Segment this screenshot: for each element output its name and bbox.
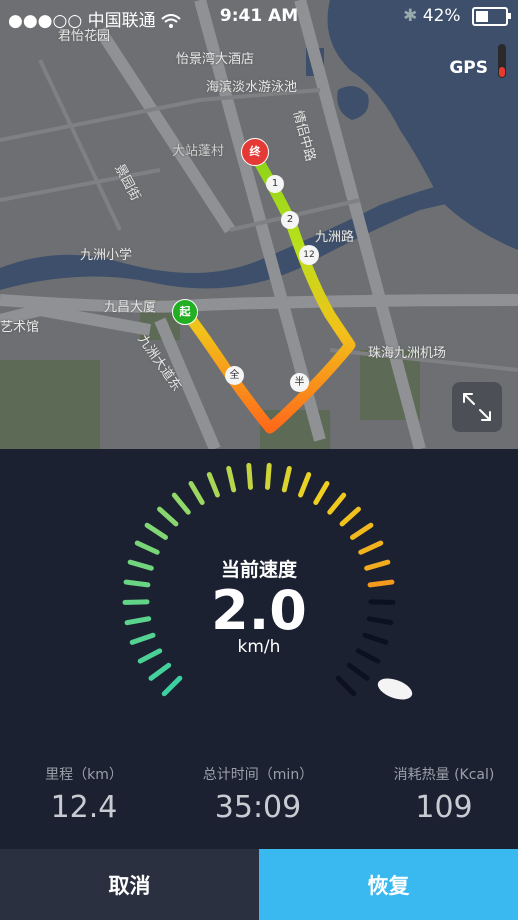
gauge-tick: [350, 522, 374, 540]
restore-button[interactable]: 恢复: [259, 849, 518, 920]
stat-value: 12.4: [50, 790, 118, 825]
speed-title: 当前速度: [220, 559, 297, 581]
gauge-tick: [298, 472, 312, 498]
route-start-marker[interactable]: 起: [172, 299, 198, 325]
stat-value: 109: [415, 790, 473, 825]
gauge-needle: [377, 678, 413, 700]
gps-label: GPS: [449, 58, 488, 78]
map-label: 九洲小学: [80, 248, 133, 263]
route-map[interactable]: 君怡花园 怡景湾大酒店 海滨淡水游泳池 情侣中路 大站蓬村 景园街 九洲小学 九…: [0, 0, 518, 449]
speed-unit: km/h: [237, 637, 281, 657]
map-label: 九昌大厦: [104, 300, 157, 315]
map-label: 艺术馆: [0, 320, 40, 335]
gauge-tick: [335, 675, 357, 697]
map-label: 怡景湾大酒店: [176, 52, 255, 67]
expand-icon: [463, 393, 491, 421]
stat-distance: 里程（km） 12.4: [4, 764, 164, 825]
map-label: 九洲路: [315, 230, 355, 245]
km-marker[interactable]: 2: [281, 211, 299, 229]
stat-label: 总计时间（min）: [202, 767, 314, 783]
km-marker[interactable]: 12: [299, 245, 319, 265]
half-marker[interactable]: 半: [290, 373, 309, 392]
gauge-tick: [161, 675, 183, 697]
speed-dashboard: 当前速度 2.0 km/h 里程（km） 12.4 总计时间（min） 35:0…: [0, 449, 518, 849]
gauge-tick: [346, 662, 370, 681]
running-screen: 君怡花园 怡景湾大酒店 海滨淡水游泳池 情侣中路 大站蓬村 景园街 九洲小学 九…: [0, 0, 518, 920]
map-label: 珠海九洲机场: [368, 346, 447, 361]
gauge-tick: [226, 465, 237, 493]
gauge-tick: [148, 662, 172, 681]
cancel-button[interactable]: 取消: [0, 849, 259, 920]
km-marker[interactable]: 1: [266, 175, 284, 193]
gauge-tick: [171, 492, 191, 515]
stat-label: 里程（km）: [45, 767, 123, 783]
gauge-tick: [157, 506, 179, 527]
gauge-tick: [339, 506, 361, 527]
status-right: ✱ 42%: [403, 6, 511, 26]
gauge-tick: [313, 481, 330, 505]
battery-icon: [472, 6, 511, 26]
gauge-tick: [188, 481, 205, 505]
stat-time: 总计时间（min） 35:09: [178, 764, 338, 825]
gauge-tick: [265, 462, 272, 490]
speed-value: 2.0: [211, 579, 307, 642]
map-label: 海滨淡水游泳池: [206, 80, 298, 95]
stat-calories: 消耗热量 (Kcal) 109: [364, 764, 518, 825]
full-marker[interactable]: 全: [225, 366, 244, 385]
gauge-tick: [327, 492, 347, 515]
gauge-tick: [281, 465, 292, 493]
gauge-tick: [144, 522, 168, 540]
gauge-tick: [134, 540, 160, 555]
gauge-tick: [246, 462, 253, 490]
stat-label: 消耗热量 (Kcal): [393, 767, 495, 783]
bluetooth-icon: ✱: [403, 6, 418, 26]
gauge-tick: [206, 472, 220, 498]
map-canvas: [0, 0, 518, 449]
status-bar: ●●●○○ 中国联通 9:41 AM ✱ 42%: [0, 0, 518, 34]
battery-percent: 42%: [422, 6, 461, 26]
gauge-tick: [358, 540, 384, 555]
route-end-marker[interactable]: 终: [241, 138, 269, 166]
gps-signal-icon: [498, 44, 506, 78]
expand-map-button[interactable]: [452, 382, 502, 432]
map-label: 大站蓬村: [172, 144, 225, 159]
stat-value: 35:09: [214, 790, 302, 825]
